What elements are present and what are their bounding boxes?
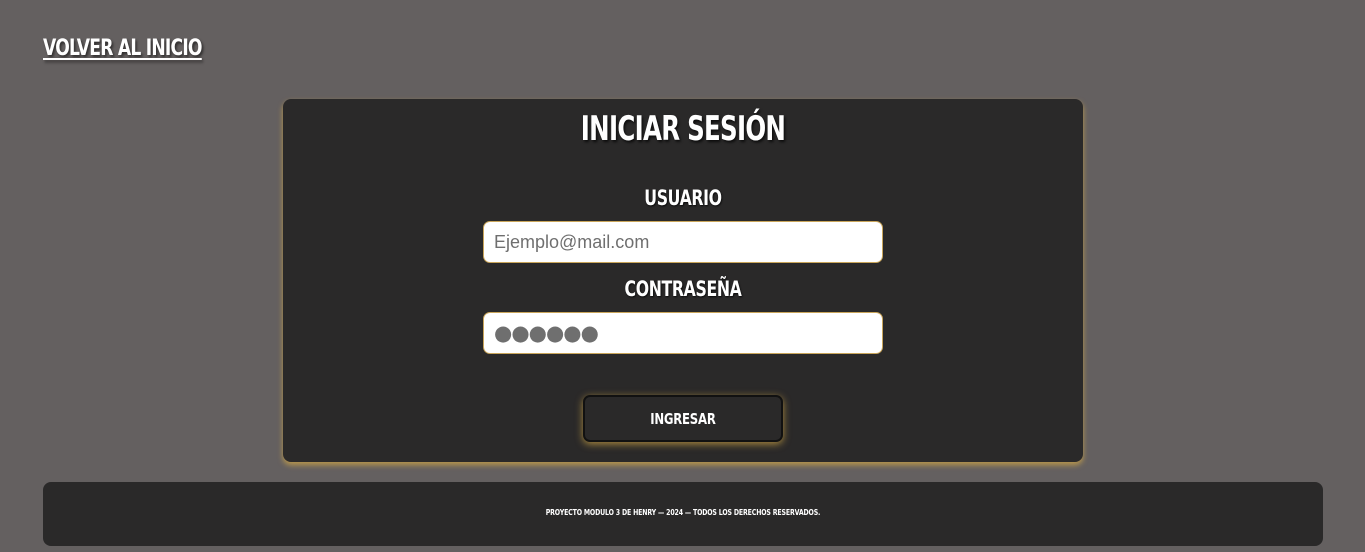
username-label: USUARIO	[644, 186, 722, 210]
password-label: CONTRASEÑA	[624, 277, 742, 301]
password-input[interactable]: ●●●●●●	[483, 312, 883, 354]
login-submit-label: INGRESAR	[650, 409, 716, 428]
password-placeholder: ●●●●●●	[494, 321, 599, 345]
login-title: INICIAR SESIÓN	[580, 109, 786, 149]
username-input[interactable]	[483, 221, 883, 263]
login-page: VOLVER AL INICIO INICIAR SESIÓN USUARIO …	[0, 0, 1365, 552]
footer: PROYECTO MODULO 3 DE HENRY — 2024 — TODO…	[43, 482, 1323, 546]
login-submit-button[interactable]: INGRESAR	[583, 395, 783, 442]
login-form-card: INICIAR SESIÓN USUARIO CONTRASEÑA ●●●●●●…	[283, 99, 1083, 462]
back-to-home-link[interactable]: VOLVER AL INICIO	[43, 36, 203, 61]
footer-copyright: PROYECTO MODULO 3 DE HENRY — 2024 — TODO…	[545, 508, 821, 517]
